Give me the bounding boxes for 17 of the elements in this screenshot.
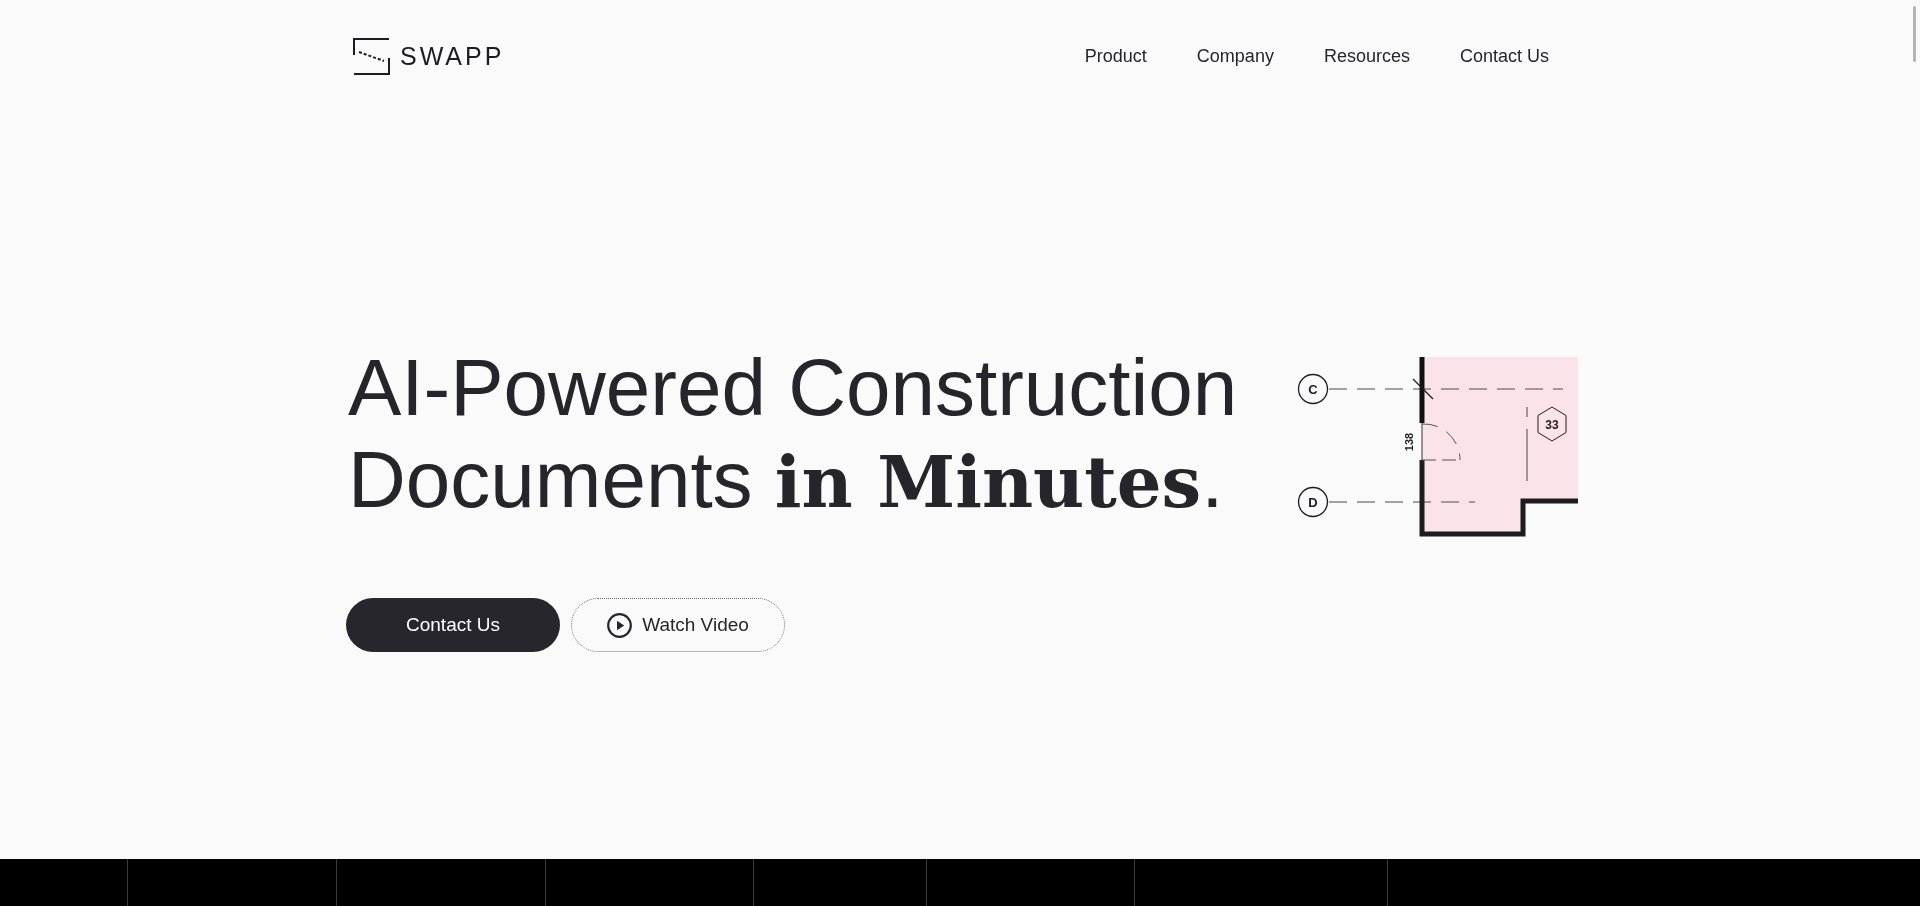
grid-bubble: D: [1297, 486, 1329, 518]
wall: [1419, 357, 1425, 423]
logo-icon: [353, 38, 390, 75]
scrollbar-thumb[interactable]: [1913, 6, 1916, 62]
nav-link[interactable]: Contact Us: [1459, 46, 1549, 66]
logo[interactable]: SWAPP: [353, 38, 505, 75]
hero-heading: AI-Powered Construction Documents in Minutes.: [348, 342, 1238, 526]
room-tag: 33: [1537, 406, 1567, 442]
cross-mark: [1412, 378, 1434, 400]
nav-link[interactable]: Company: [1196, 46, 1274, 66]
door-swing: [1421, 422, 1461, 461]
grid-bubble: C: [1297, 373, 1329, 405]
play-icon: [607, 612, 633, 638]
dimension-label: 138: [1403, 432, 1415, 452]
nav-link[interactable]: Resources: [1323, 46, 1410, 66]
nav-link[interactable]: Product: [1084, 46, 1147, 66]
contact-button[interactable]: Contact Us: [346, 598, 560, 652]
